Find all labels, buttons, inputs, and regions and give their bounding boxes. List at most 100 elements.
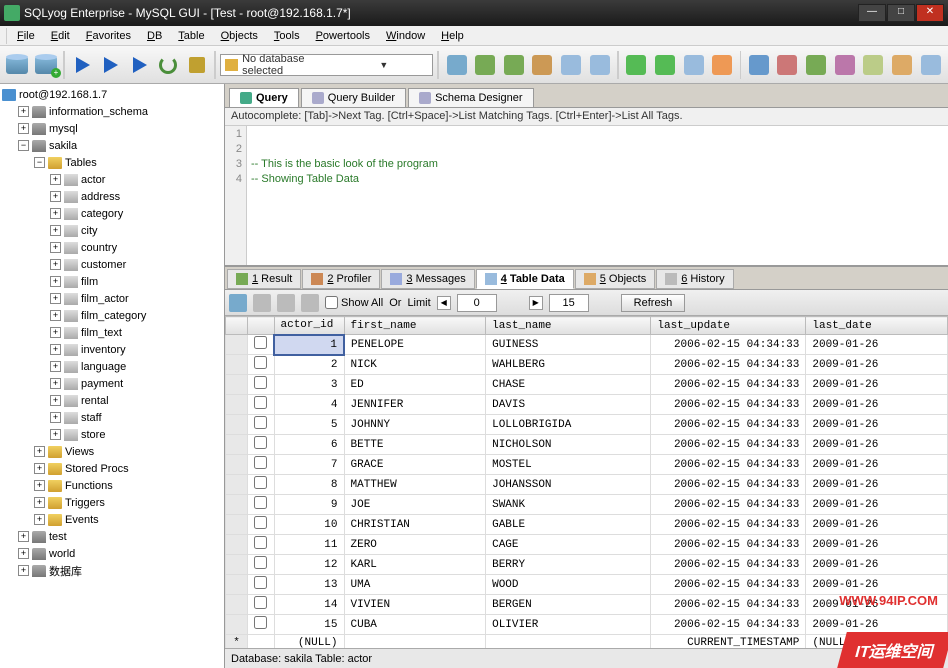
tree-schema-数据库[interactable]: +数据库 — [2, 562, 222, 579]
tool-btn-17[interactable] — [917, 51, 944, 79]
grid-btn-1[interactable] — [253, 294, 271, 312]
export-button[interactable] — [229, 294, 247, 312]
query-editor[interactable]: 1234 -- This is the basic look of the pr… — [225, 126, 948, 266]
table-row[interactable]: 13UMAWOOD2006-02-15 04:34:332009-01-26 — [226, 575, 948, 595]
query-tab-schema-designer[interactable]: Schema Designer — [408, 88, 533, 107]
table-row[interactable]: 7GRACEMOSTEL2006-02-15 04:34:332009-01-2… — [226, 455, 948, 475]
tree-table-film[interactable]: +film — [2, 273, 222, 290]
table-row[interactable]: 15CUBAOLIVIER2006-02-15 04:34:332009-01-… — [226, 615, 948, 635]
tool-btn-7[interactable] — [623, 51, 650, 79]
result-tab--profiler[interactable]: 2 Profiler — [302, 269, 380, 289]
tool-btn-6[interactable] — [586, 51, 613, 79]
menu-table[interactable]: Table — [170, 28, 212, 44]
null-row[interactable]: *(NULL)CURRENT_TIMESTAMP(NULL) — [226, 635, 948, 649]
tree-schema-sakila[interactable]: −sakila — [2, 137, 222, 154]
tree-table-language[interactable]: +language — [2, 358, 222, 375]
tool-btn-15[interactable] — [860, 51, 887, 79]
execute-all-button[interactable] — [98, 51, 125, 79]
tool-btn-4[interactable] — [529, 51, 556, 79]
tool-btn-9[interactable] — [680, 51, 707, 79]
tool-btn-14[interactable] — [831, 51, 858, 79]
execute-explain-button[interactable] — [126, 51, 153, 79]
menu-help[interactable]: Help — [433, 28, 472, 44]
result-tab--messages[interactable]: 3 Messages — [381, 269, 474, 289]
tree-table-actor[interactable]: +actor — [2, 171, 222, 188]
tool-btn-12[interactable] — [774, 51, 801, 79]
stop-button[interactable] — [184, 51, 211, 79]
menu-powertools[interactable]: Powertools — [308, 28, 378, 44]
database-selector[interactable]: No database selected ▼ — [220, 54, 433, 76]
new-connection-add-button[interactable]: + — [33, 51, 60, 79]
tree-table-payment[interactable]: +payment — [2, 375, 222, 392]
tool-btn-5[interactable] — [558, 51, 585, 79]
tool-btn-10[interactable] — [709, 51, 736, 79]
tree-folder-stored-procs[interactable]: +Stored Procs — [2, 460, 222, 477]
table-row[interactable]: 12KARLBERRY2006-02-15 04:34:332009-01-26 — [226, 555, 948, 575]
result-tab--table-data[interactable]: 4 Table Data — [476, 269, 574, 289]
table-row[interactable]: 3EDCHASE2006-02-15 04:34:332009-01-26 — [226, 375, 948, 395]
tree-table-store[interactable]: +store — [2, 426, 222, 443]
tree-schema-information_schema[interactable]: +information_schema — [2, 103, 222, 120]
tree-schema-world[interactable]: +world — [2, 545, 222, 562]
tree-root[interactable]: root@192.168.1.7 — [2, 86, 222, 103]
close-button[interactable]: ✕ — [916, 4, 944, 22]
table-row[interactable]: 1PENELOPEGUINESS2006-02-15 04:34:332009-… — [226, 335, 948, 355]
table-row[interactable]: 8MATTHEWJOHANSSON2006-02-15 04:34:332009… — [226, 475, 948, 495]
tree-table-category[interactable]: +category — [2, 205, 222, 222]
tree-folder-views[interactable]: +Views — [2, 443, 222, 460]
tool-btn-2[interactable] — [472, 51, 499, 79]
column-header-first_name[interactable]: first_name — [344, 317, 486, 335]
query-tab-query[interactable]: Query — [229, 88, 299, 107]
tree-table-inventory[interactable]: +inventory — [2, 341, 222, 358]
tool-btn-11[interactable] — [745, 51, 772, 79]
tree-folder-triggers[interactable]: +Triggers — [2, 494, 222, 511]
tree-table-rental[interactable]: +rental — [2, 392, 222, 409]
tree-schema-mysql[interactable]: +mysql — [2, 120, 222, 137]
refresh-button[interactable] — [155, 51, 182, 79]
tree-folder-events[interactable]: +Events — [2, 511, 222, 528]
grid-btn-2[interactable] — [277, 294, 295, 312]
menu-db[interactable]: DB — [139, 28, 170, 44]
result-tab--objects[interactable]: 5 Objects — [575, 269, 655, 289]
column-header-last_update[interactable]: last_update — [651, 317, 806, 335]
table-row[interactable]: 11ZEROCAGE2006-02-15 04:34:332009-01-26 — [226, 535, 948, 555]
code-area[interactable]: -- This is the basic look of the program… — [247, 126, 948, 265]
next-page-button[interactable]: ▶ — [529, 296, 543, 310]
table-row[interactable]: 9JOESWANK2006-02-15 04:34:332009-01-26 — [226, 495, 948, 515]
tree-table-customer[interactable]: +customer — [2, 256, 222, 273]
tree-table-film_text[interactable]: +film_text — [2, 324, 222, 341]
minimize-button[interactable]: — — [858, 4, 886, 22]
tree-table-address[interactable]: +address — [2, 188, 222, 205]
execute-query-button[interactable] — [69, 51, 96, 79]
tool-btn-16[interactable] — [889, 51, 916, 79]
column-header-last_date[interactable]: last_date — [806, 317, 948, 335]
tree-folder-functions[interactable]: +Functions — [2, 477, 222, 494]
column-header-last_name[interactable]: last_name — [486, 317, 651, 335]
tree-table-film_category[interactable]: +film_category — [2, 307, 222, 324]
tree-folder-tables[interactable]: −Tables — [2, 154, 222, 171]
object-browser[interactable]: root@192.168.1.7 +information_schema+mys… — [0, 84, 225, 668]
menu-objects[interactable]: Objects — [213, 28, 266, 44]
new-connection-button[interactable] — [4, 51, 31, 79]
refresh-button[interactable]: Refresh — [621, 294, 686, 312]
tree-table-staff[interactable]: +staff — [2, 409, 222, 426]
limit-input[interactable] — [549, 294, 589, 312]
tool-btn-13[interactable] — [803, 51, 830, 79]
menu-window[interactable]: Window — [378, 28, 433, 44]
grid-btn-3[interactable] — [301, 294, 319, 312]
tree-table-city[interactable]: +city — [2, 222, 222, 239]
prev-page-button[interactable]: ◀ — [437, 296, 451, 310]
menu-tools[interactable]: Tools — [266, 28, 308, 44]
table-row[interactable]: 2NICKWAHLBERG2006-02-15 04:34:332009-01-… — [226, 355, 948, 375]
result-tab--result[interactable]: 1 Result — [227, 269, 301, 289]
tool-btn-3[interactable] — [501, 51, 528, 79]
menu-file[interactable]: File — [9, 28, 43, 44]
tool-btn-1[interactable] — [443, 51, 470, 79]
table-row[interactable]: 10CHRISTIANGABLE2006-02-15 04:34:332009-… — [226, 515, 948, 535]
table-row[interactable]: 4JENNIFERDAVIS2006-02-15 04:34:332009-01… — [226, 395, 948, 415]
tree-schema-test[interactable]: +test — [2, 528, 222, 545]
offset-input[interactable] — [457, 294, 497, 312]
menu-edit[interactable]: Edit — [43, 28, 78, 44]
show-all-checkbox[interactable]: Show All — [325, 296, 383, 309]
tree-table-country[interactable]: +country — [2, 239, 222, 256]
